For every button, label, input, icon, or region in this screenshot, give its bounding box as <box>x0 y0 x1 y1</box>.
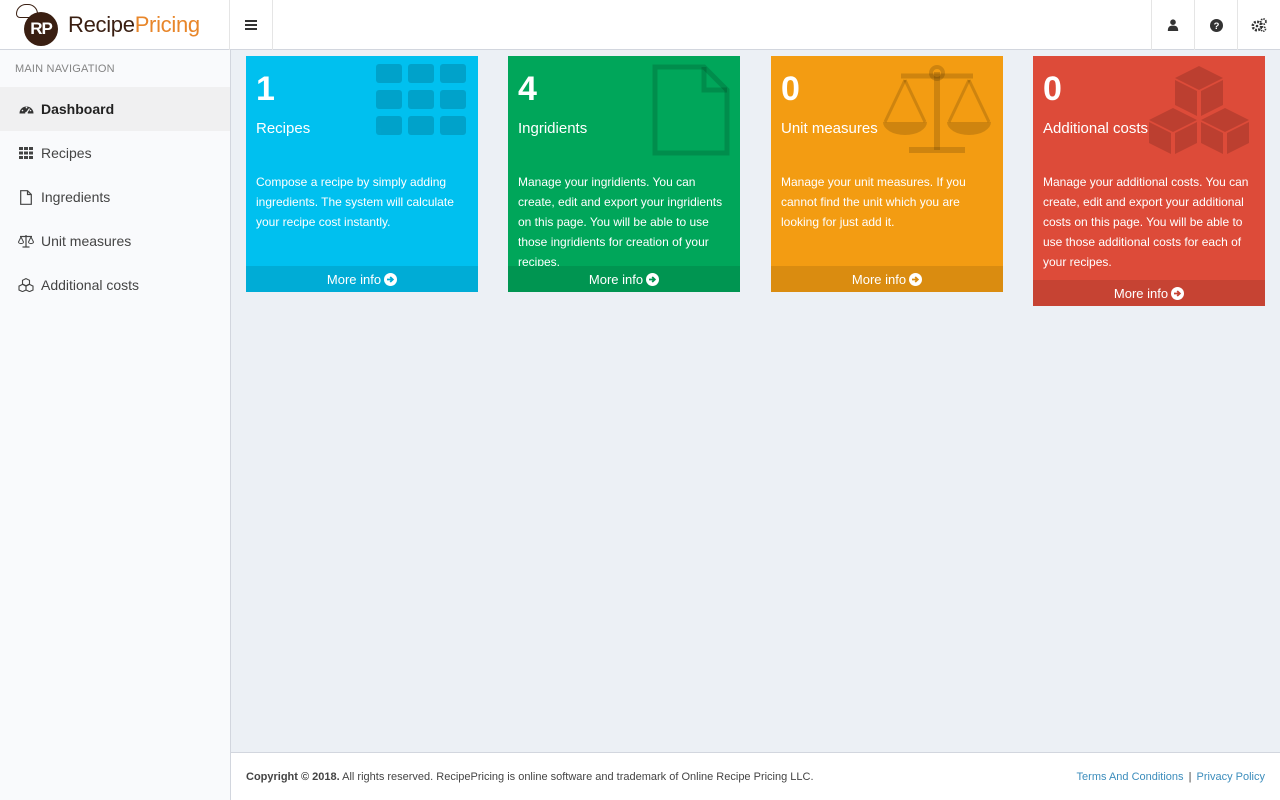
user-icon <box>1167 19 1179 31</box>
unit-measures-more-info-link[interactable]: More info <box>771 266 1003 292</box>
sidebar-toggle-button[interactable] <box>230 0 273 50</box>
more-info-label: More info <box>1113 285 1169 301</box>
brand-name-part2: Pricing <box>134 12 200 37</box>
privacy-link[interactable]: Privacy Policy <box>1197 771 1265 783</box>
sidebar-item-label: Ingredients <box>41 189 111 205</box>
help-button[interactable]: ? <box>1194 0 1237 50</box>
footer-separator: | <box>1188 770 1192 783</box>
unit-measures-box-title: Unit measures <box>781 120 878 137</box>
bars-icon <box>245 20 257 30</box>
more-info-label: More info <box>326 271 382 287</box>
copyright-year: Copyright © 2018. <box>246 770 340 783</box>
sidebar-item-recipes[interactable]: Recipes <box>0 131 230 175</box>
additional-costs-box-title: Additional costs <box>1043 120 1149 137</box>
question-circle-icon: ? <box>1209 18 1223 32</box>
additional-costs-more-info-link[interactable]: More info <box>1033 280 1265 306</box>
ingredients-box-title: Ingridients <box>518 120 588 137</box>
unit-measures-count: 0 <box>781 70 800 108</box>
sidebar: MAIN NAVIGATION Dashboard Recipes Ingred… <box>0 50 231 800</box>
sidebar-item-unit-measures[interactable]: Unit measures <box>0 219 230 263</box>
sidebar-header: MAIN NAVIGATION <box>15 63 115 75</box>
unit-measures-info-box: 0 Unit measures Manage your unit measure… <box>771 56 1003 292</box>
copyright-text: Copyright © 2018. All rights reserved. R… <box>246 771 814 783</box>
ingredients-box-description: Manage your ingridients. You can create,… <box>518 175 723 269</box>
cogs-icon <box>1251 18 1267 32</box>
cubes-icon <box>1149 66 1249 154</box>
recipes-box-description: Compose a recipe by simply adding ingred… <box>256 175 454 229</box>
sidebar-item-label: Additional costs <box>41 277 140 293</box>
additional-costs-count: 0 <box>1043 70 1062 108</box>
footer-links: Terms And Conditions | Privacy Policy <box>1077 771 1265 783</box>
grid-icon <box>376 64 466 135</box>
sidebar-item-label: Unit measures <box>41 233 132 249</box>
sidebar-item-additional-costs[interactable]: Additional costs <box>0 263 230 307</box>
ingredients-more-info-link[interactable]: More info <box>508 266 740 292</box>
arrow-circle-right-icon <box>646 272 660 286</box>
additional-costs-box-description: Manage your additional costs. You can cr… <box>1043 175 1249 269</box>
brand-name-part1: Recipe <box>68 12 135 37</box>
sidebar-item-dashboard[interactable]: Dashboard <box>0 87 230 131</box>
recipes-count: 1 <box>256 70 275 108</box>
unit-measures-box-description: Manage your unit measures. If you cannot… <box>781 175 966 229</box>
additional-costs-info-box: 0 Additional costs Manage your additiona… <box>1033 56 1265 306</box>
header-right-nav: ? <box>1151 0 1280 50</box>
file-icon <box>652 64 730 156</box>
logo-initials: RP <box>24 12 58 46</box>
ingredients-count: 4 <box>518 70 537 108</box>
ingredients-info-box: 4 Ingridients Manage your ingridients. Y… <box>508 56 740 292</box>
file-icon <box>18 189 34 205</box>
copyright-rest: All rights reserved. RecipePricing is on… <box>339 770 814 783</box>
grid-icon <box>18 145 34 161</box>
balance-scale-icon <box>883 65 991 153</box>
sidebar-item-ingredients[interactable]: Ingredients <box>0 175 230 219</box>
cubes-icon <box>18 277 34 293</box>
recipes-more-info-link[interactable]: More info <box>246 266 478 292</box>
top-header: RP RecipePricing ? <box>0 0 1280 50</box>
recipes-box-title: Recipes <box>256 120 311 137</box>
page-footer: Copyright © 2018. All rights reserved. R… <box>231 752 1280 800</box>
terms-link[interactable]: Terms And Conditions <box>1077 771 1184 783</box>
user-menu-button[interactable] <box>1151 0 1194 50</box>
sidebar-item-label: Dashboard <box>41 101 115 117</box>
svg-text:?: ? <box>1213 21 1219 32</box>
more-info-label: More info <box>851 271 907 287</box>
more-info-label: More info <box>588 271 644 287</box>
sidebar-item-label: Recipes <box>41 145 92 161</box>
arrow-circle-right-icon <box>384 272 398 286</box>
logo-mark: RP <box>14 4 62 46</box>
arrow-circle-right-icon <box>909 272 923 286</box>
brand-name: RecipePricing <box>68 12 200 38</box>
arrow-circle-right-icon <box>1171 286 1185 300</box>
dashboard-icon <box>18 101 34 117</box>
settings-button[interactable] <box>1237 0 1280 50</box>
recipes-info-box: 1 Recipes Compose a recipe by simply add… <box>246 56 478 292</box>
balance-scale-icon <box>18 233 34 249</box>
brand-logo[interactable]: RP RecipePricing <box>0 0 230 50</box>
